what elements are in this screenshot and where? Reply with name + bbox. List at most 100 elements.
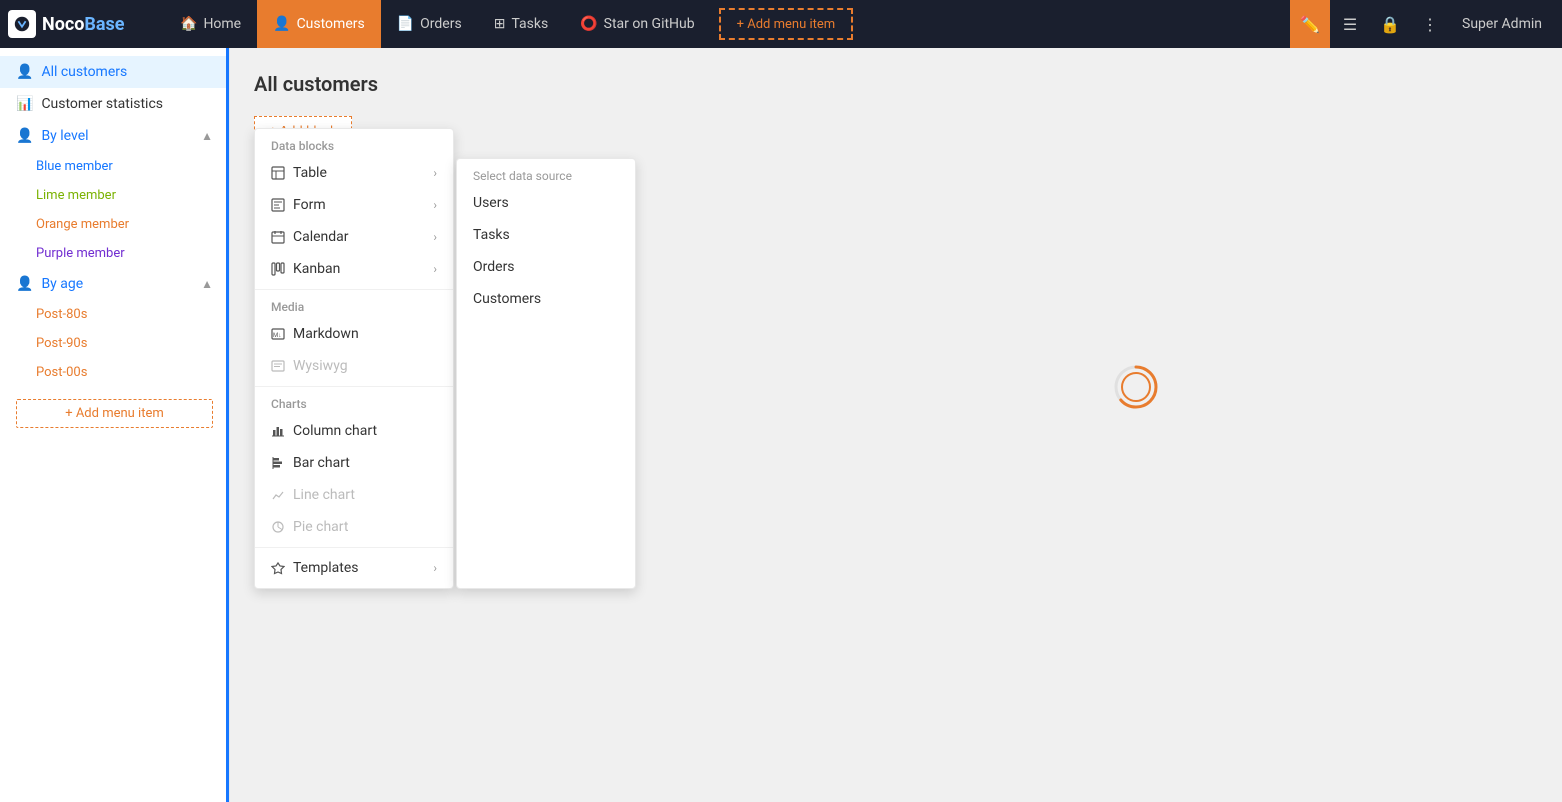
post00s-label: Post-00s (36, 365, 87, 380)
nav-tasks[interactable]: ⊞ Tasks (478, 0, 564, 48)
sidebar-section-by-level[interactable]: 👤 By level ▲ (0, 120, 229, 152)
by-level-toggle: ▲ (201, 129, 213, 143)
nav-orders-label: Orders (420, 16, 462, 32)
line-chart-icon (271, 487, 285, 503)
dropdown-item-column-chart[interactable]: Column chart (255, 415, 453, 447)
nav-items: 🏠 Home 👤 Customers 📄 Orders ⊞ Tasks ⭕ St… (164, 0, 1290, 48)
sidebar-sub-lime-member[interactable]: Lime member (0, 181, 229, 210)
bar-chart-label: Bar chart (293, 455, 350, 471)
sidebar-sub-orange-member[interactable]: Orange member (0, 210, 229, 239)
sidebar-stats-label: Customer statistics (41, 96, 163, 112)
nav-orders[interactable]: 📄 Orders (381, 0, 478, 48)
sidebar-sub-post90s[interactable]: Post-90s (0, 329, 229, 358)
kanban-left: Kanban (271, 261, 340, 277)
app-logo[interactable]: NocoBase (8, 10, 148, 38)
dropdown-item-markdown[interactable]: M↓ Markdown (255, 318, 453, 350)
by-level-left: 👤 By level (16, 128, 89, 144)
post80s-label: Post-80s (36, 307, 87, 322)
bar-chart-icon (271, 455, 285, 471)
dropdown-item-form[interactable]: Form › (255, 189, 453, 221)
nav-home-label: Home (203, 16, 241, 32)
wysiwyg-icon (271, 358, 285, 374)
menu-icon[interactable]: ☰ (1330, 0, 1370, 48)
dropdown-item-templates[interactable]: Templates › (255, 552, 453, 584)
kanban-icon (271, 261, 285, 277)
by-level-label: By level (41, 128, 88, 144)
datasource-users[interactable]: Users (457, 187, 635, 219)
navbar-right: ✏️ ☰ 🔒 ⋮ Super Admin (1290, 0, 1554, 48)
divider-1 (255, 289, 453, 290)
table-label: Table (293, 165, 327, 181)
nav-home[interactable]: 🏠 Home (164, 0, 257, 48)
home-icon: 🏠 (180, 16, 197, 32)
nav-github-label: Star on GitHub (604, 16, 695, 32)
datasource-tasks-label: Tasks (473, 227, 510, 243)
sidebar-item-all-customers[interactable]: 👤 All customers (0, 56, 229, 88)
lime-member-label: Lime member (36, 188, 116, 203)
by-age-label: By age (41, 276, 83, 292)
dropdown-item-table[interactable]: Table › (255, 157, 453, 189)
templates-arrow: › (433, 561, 437, 575)
datasource-tasks[interactable]: Tasks (457, 219, 635, 251)
bar-chart-left: Bar chart (271, 455, 350, 471)
column-chart-icon (271, 423, 285, 439)
wysiwyg-label: Wysiwyg (293, 358, 348, 374)
wysiwyg-left: Wysiwyg (271, 358, 348, 374)
by-age-left: 👤 By age (16, 276, 83, 292)
table-arrow: › (433, 166, 437, 180)
nav-tasks-label: Tasks (511, 16, 548, 32)
datasource-customers[interactable]: Customers (457, 283, 635, 315)
markdown-label: Markdown (293, 326, 359, 342)
form-label: Form (293, 197, 326, 213)
kanban-arrow: › (433, 262, 437, 276)
form-left: Form (271, 197, 326, 213)
datasource-orders[interactable]: Orders (457, 251, 635, 283)
logo-text: NocoBase (42, 14, 125, 35)
calendar-arrow: › (433, 230, 437, 244)
sidebar-sub-blue-member[interactable]: Blue member (0, 152, 229, 181)
orange-member-label: Orange member (36, 217, 129, 232)
page-title: All customers (254, 72, 1538, 96)
pencil-icon[interactable]: ✏️ (1290, 0, 1330, 48)
datasource-customers-label: Customers (473, 291, 541, 307)
select-datasource-label: Select data source (457, 163, 635, 187)
nav-customers[interactable]: 👤 Customers (257, 0, 381, 48)
dropdown-item-calendar[interactable]: Calendar › (255, 221, 453, 253)
line-chart-left: Line chart (271, 487, 355, 503)
datasource-orders-label: Orders (473, 259, 515, 275)
by-level-icon: 👤 (16, 128, 33, 144)
dropdown-item-wysiwyg: Wysiwyg (255, 350, 453, 382)
sidebar-section-by-age[interactable]: 👤 By age ▲ (0, 268, 229, 300)
templates-label: Templates (293, 560, 359, 576)
lock-icon[interactable]: 🔒 (1370, 0, 1410, 48)
github-icon: ⭕ (580, 16, 597, 32)
sidebar-sub-post80s[interactable]: Post-80s (0, 300, 229, 329)
calendar-left: Calendar (271, 229, 349, 245)
svg-text:M↓: M↓ (273, 332, 281, 339)
sidebar-sub-purple-member[interactable]: Purple member (0, 239, 229, 268)
sidebar-add-btn-label: + Add menu item (65, 406, 164, 421)
table-icon (271, 165, 285, 181)
line-chart-label: Line chart (293, 487, 355, 503)
nav-add-menu-btn[interactable]: + Add menu item (719, 8, 854, 40)
pie-chart-label: Pie chart (293, 519, 348, 535)
nav-github[interactable]: ⭕ Star on GitHub (564, 0, 710, 48)
form-arrow: › (433, 198, 437, 212)
sidebar-sub-post00s[interactable]: Post-00s (0, 358, 229, 387)
sidebar-add-menu-btn[interactable]: + Add menu item (16, 399, 213, 428)
dropdown-item-bar-chart[interactable]: Bar chart (255, 447, 453, 479)
datasource-users-label: Users (473, 195, 509, 211)
dropdown-item-kanban[interactable]: Kanban › (255, 253, 453, 285)
calendar-icon (271, 229, 285, 245)
navbar: NocoBase 🏠 Home 👤 Customers 📄 Orders ⊞ T… (0, 0, 1562, 48)
post90s-label: Post-90s (36, 336, 87, 351)
markdown-left: M↓ Markdown (271, 326, 359, 342)
divider-2 (255, 386, 453, 387)
column-chart-left: Column chart (271, 423, 377, 439)
sidebar-item-customer-statistics[interactable]: 📊 Customer statistics (0, 88, 229, 120)
more-icon[interactable]: ⋮ (1410, 0, 1450, 48)
calendar-label: Calendar (293, 229, 349, 245)
all-customers-icon: 👤 (16, 64, 33, 80)
sidebar-all-customers-label: All customers (41, 64, 127, 80)
dropdown-item-pie-chart: Pie chart (255, 511, 453, 543)
